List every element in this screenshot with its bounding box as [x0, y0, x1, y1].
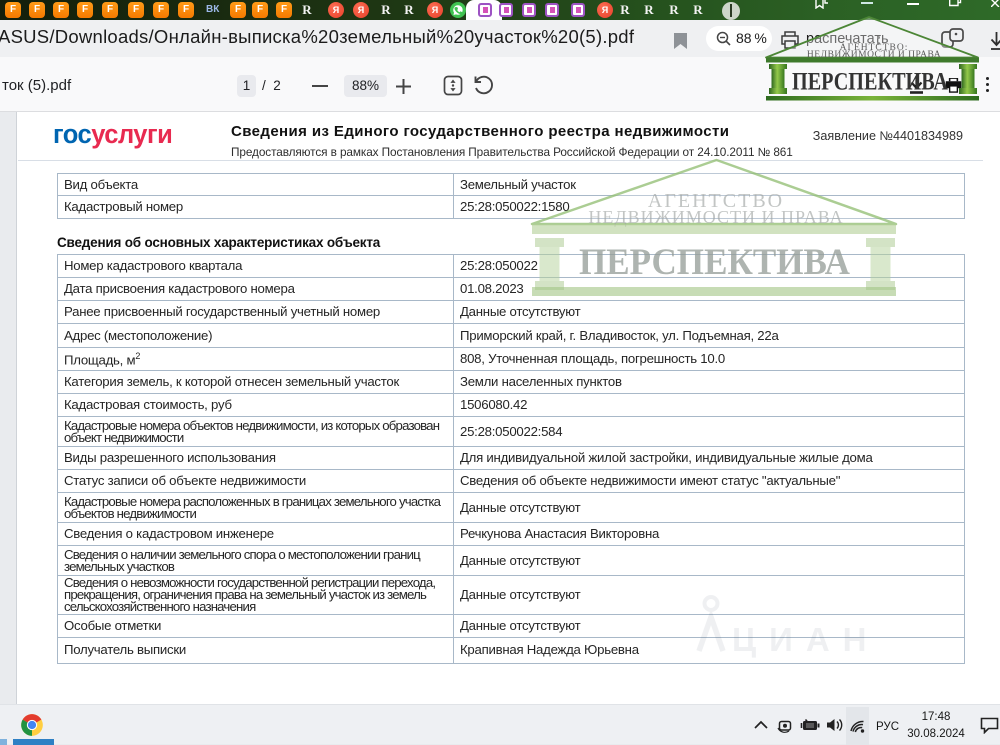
- svg-text:ПЕРСПЕКТИВА: ПЕРСПЕКТИВА: [792, 69, 948, 96]
- svg-text:ПЕРСПЕКТИВА: ПЕРСПЕКТИВА: [579, 242, 850, 283]
